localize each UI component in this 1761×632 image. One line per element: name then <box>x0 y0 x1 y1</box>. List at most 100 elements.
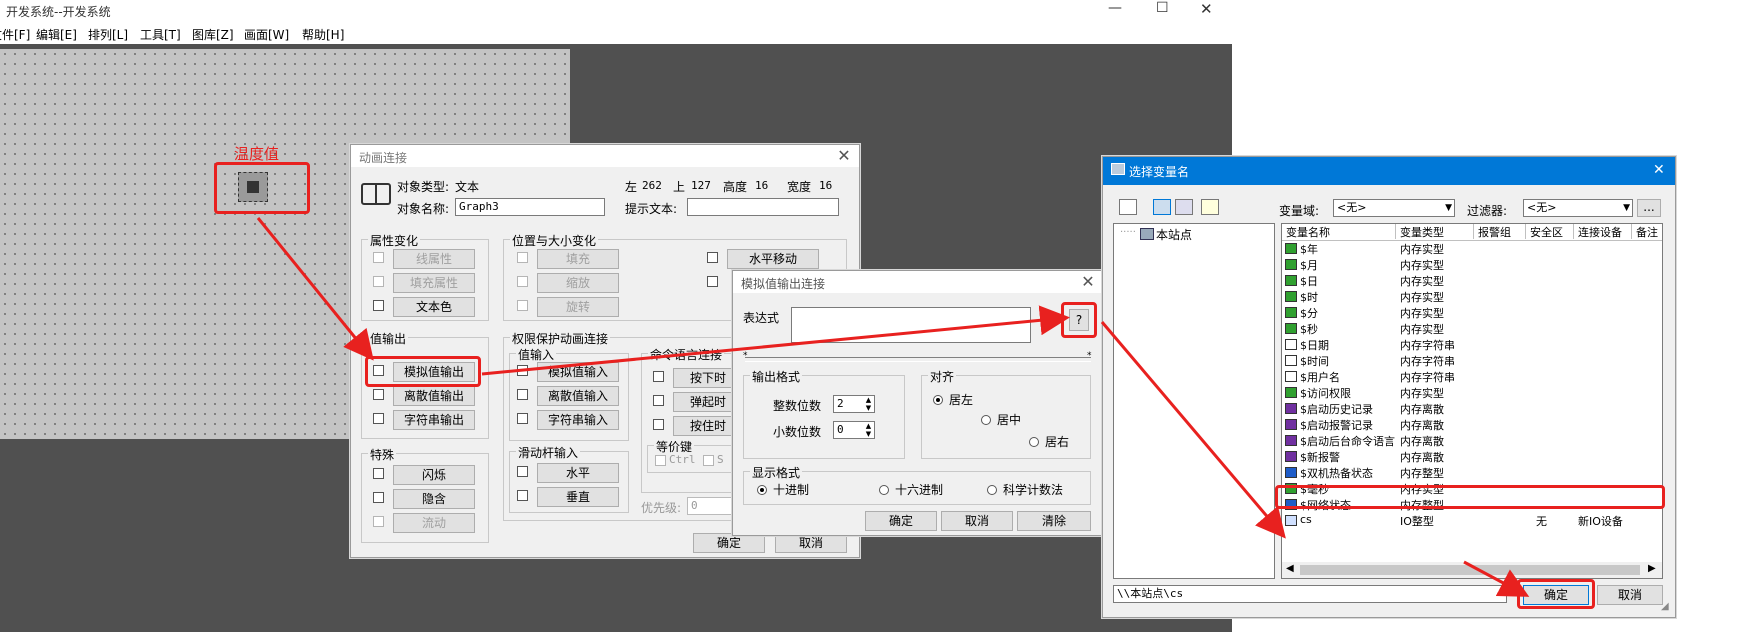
dec-digits-spinner[interactable]: ▲ ▼ <box>863 422 874 438</box>
analog-close-icon[interactable]: ✕ <box>1079 273 1097 291</box>
domain-select[interactable]: <无> ▼ <box>1333 199 1455 217</box>
discrete-in-button[interactable]: 离散值输入 <box>537 386 619 406</box>
slider-h-button[interactable]: 水平 <box>537 463 619 483</box>
scroll-thumb[interactable] <box>1300 565 1640 575</box>
expr-field[interactable] <box>791 307 1031 343</box>
tree-root-label[interactable]: 本站点 <box>1156 226 1192 243</box>
table-row[interactable]: $时间 内存字符串 <box>1282 353 1662 368</box>
align-left-radio[interactable] <box>933 395 943 405</box>
display-dec-radio[interactable] <box>757 485 767 495</box>
table-row[interactable]: cs IO整型 无 新IO设备 <box>1282 513 1662 528</box>
col-type[interactable]: 变量类型 <box>1396 224 1474 239</box>
flow-button[interactable]: 流动 <box>393 513 475 533</box>
anim-close-icon[interactable]: ✕ <box>835 147 853 165</box>
display-hex-radio[interactable] <box>879 485 889 495</box>
resize-grip-icon[interactable]: ◢ <box>1661 601 1669 612</box>
display-sci-radio[interactable] <box>987 485 997 495</box>
pos-rotate-checkbox[interactable] <box>517 300 528 311</box>
attr-textcolor-button[interactable]: 文本色 <box>393 297 475 317</box>
table-row[interactable]: $启动后台命令语言 内存离散 <box>1282 433 1662 448</box>
obj-name-field[interactable]: Graph3 <box>455 198 605 216</box>
cmd-down-checkbox[interactable] <box>653 371 664 382</box>
blink-checkbox[interactable] <box>373 468 384 479</box>
view-icon-grid[interactable] <box>1175 199 1193 215</box>
attr-line-checkbox[interactable] <box>373 252 384 263</box>
discrete-out-button[interactable]: 离散值输出 <box>393 386 475 406</box>
col-name[interactable]: 变量名称 <box>1282 224 1396 239</box>
discrete-in-checkbox[interactable] <box>517 389 528 400</box>
int-digits-spinner[interactable]: ▲ ▼ <box>863 396 874 412</box>
table-row[interactable]: $秒 内存实型 <box>1282 321 1662 336</box>
view-icon-detail[interactable] <box>1153 199 1171 215</box>
hint-field[interactable] <box>687 198 839 216</box>
menu-tools[interactable]: 工具[T] <box>140 26 181 43</box>
menu-help[interactable]: 帮助[H] <box>302 26 344 43</box>
string-out-button[interactable]: 字符串输出 <box>393 410 475 430</box>
col-device[interactable]: 连接设备 <box>1574 224 1632 239</box>
menu-gallery[interactable]: 图库[Z] <box>192 26 234 43</box>
table-row[interactable]: $访问权限 内存实型 <box>1282 385 1662 400</box>
table-row[interactable]: $启动报警记录 内存离散 <box>1282 417 1662 432</box>
analog-cancel-button[interactable]: 取消 <box>941 511 1013 531</box>
menu-arrange[interactable]: 排列[L] <box>88 26 128 43</box>
blink-button[interactable]: 闪烁 <box>393 465 475 485</box>
analog-in-button[interactable]: 模拟值输入 <box>537 362 619 382</box>
filter-more-button[interactable]: ... <box>1637 199 1661 217</box>
scroll-left-icon[interactable]: ◀ <box>1286 563 1294 574</box>
filter-select[interactable]: <无> ▼ <box>1523 199 1633 217</box>
slider-v-button[interactable]: 垂直 <box>537 487 619 507</box>
table-row[interactable]: $用户名 内存字符串 <box>1282 369 1662 384</box>
pos-fill-checkbox[interactable] <box>517 252 528 263</box>
menu-file[interactable]: 文件[F] <box>0 26 30 43</box>
string-in-button[interactable]: 字符串输入 <box>537 410 619 430</box>
attr-fill-checkbox[interactable] <box>373 276 384 287</box>
table-row[interactable]: $分 内存实型 <box>1282 305 1662 320</box>
align-right-radio[interactable] <box>1029 437 1039 447</box>
shift-checkbox[interactable] <box>703 455 714 466</box>
discrete-out-checkbox[interactable] <box>373 389 384 400</box>
anim-ok-button[interactable]: 确定 <box>693 533 765 553</box>
hide-checkbox[interactable] <box>373 492 384 503</box>
flow-checkbox[interactable] <box>373 516 384 527</box>
cmd-hold-checkbox[interactable] <box>653 419 664 430</box>
view-icon-notes[interactable] <box>1201 199 1219 215</box>
var-list[interactable]: 变量名称 变量类型 报警组 安全区 连接设备 备注 $年 内存实型 $月 内存实型 $日… <box>1281 223 1663 579</box>
pos-rotate-button[interactable]: 旋转 <box>537 297 619 317</box>
attr-textcolor-checkbox[interactable] <box>373 300 384 311</box>
cmd-up-checkbox[interactable] <box>653 395 664 406</box>
pos-fill-button[interactable]: 填充 <box>537 249 619 269</box>
analog-in-checkbox[interactable] <box>517 365 528 376</box>
align-center-radio[interactable] <box>981 415 991 425</box>
hide-button[interactable]: 隐含 <box>393 489 475 509</box>
var-close-icon[interactable]: ✕ <box>1653 162 1665 178</box>
table-row[interactable]: $时 内存实型 <box>1282 289 1662 304</box>
table-row[interactable]: $年 内存实型 <box>1282 241 1662 256</box>
ctrl-checkbox[interactable] <box>655 455 666 466</box>
pos-scale-button[interactable]: 缩放 <box>537 273 619 293</box>
maximize-icon[interactable]: ☐ <box>1156 0 1169 16</box>
string-out-checkbox[interactable] <box>373 413 384 424</box>
col-note[interactable]: 备注 <box>1632 224 1662 239</box>
anim-cancel-button[interactable]: 取消 <box>775 533 847 553</box>
var-path-field[interactable]: \\本站点\cs <box>1113 585 1507 603</box>
table-row[interactable]: $双机热备状态 内存整型 <box>1282 465 1662 480</box>
slider-h-checkbox[interactable] <box>517 466 528 477</box>
col-zone[interactable]: 安全区 <box>1526 224 1574 239</box>
col-alarm[interactable]: 报警组 <box>1474 224 1526 239</box>
attr-line-button[interactable]: 线属性 <box>393 249 475 269</box>
close-icon[interactable]: ✕ <box>1200 0 1213 18</box>
analog-ok-button[interactable]: 确定 <box>865 511 937 531</box>
station-tree[interactable]: ····· 本站点 <box>1113 223 1275 579</box>
table-row[interactable]: $启动历史记录 内存离散 <box>1282 401 1662 416</box>
analog-clear-button[interactable]: 清除 <box>1017 511 1091 531</box>
table-row[interactable]: $日 内存实型 <box>1282 273 1662 288</box>
menu-screen[interactable]: 画面[W] <box>244 26 289 43</box>
move-h-checkbox[interactable] <box>707 252 718 263</box>
menu-edit[interactable]: 编辑[E] <box>36 26 77 43</box>
minimize-icon[interactable]: — <box>1108 0 1122 16</box>
slider-v-checkbox[interactable] <box>517 490 528 501</box>
table-row[interactable]: $月 内存实型 <box>1282 257 1662 272</box>
move-v-checkbox[interactable] <box>707 276 718 287</box>
h-scrollbar[interactable]: ◀ ▶ <box>1282 562 1662 578</box>
view-icon-list[interactable] <box>1119 199 1137 215</box>
